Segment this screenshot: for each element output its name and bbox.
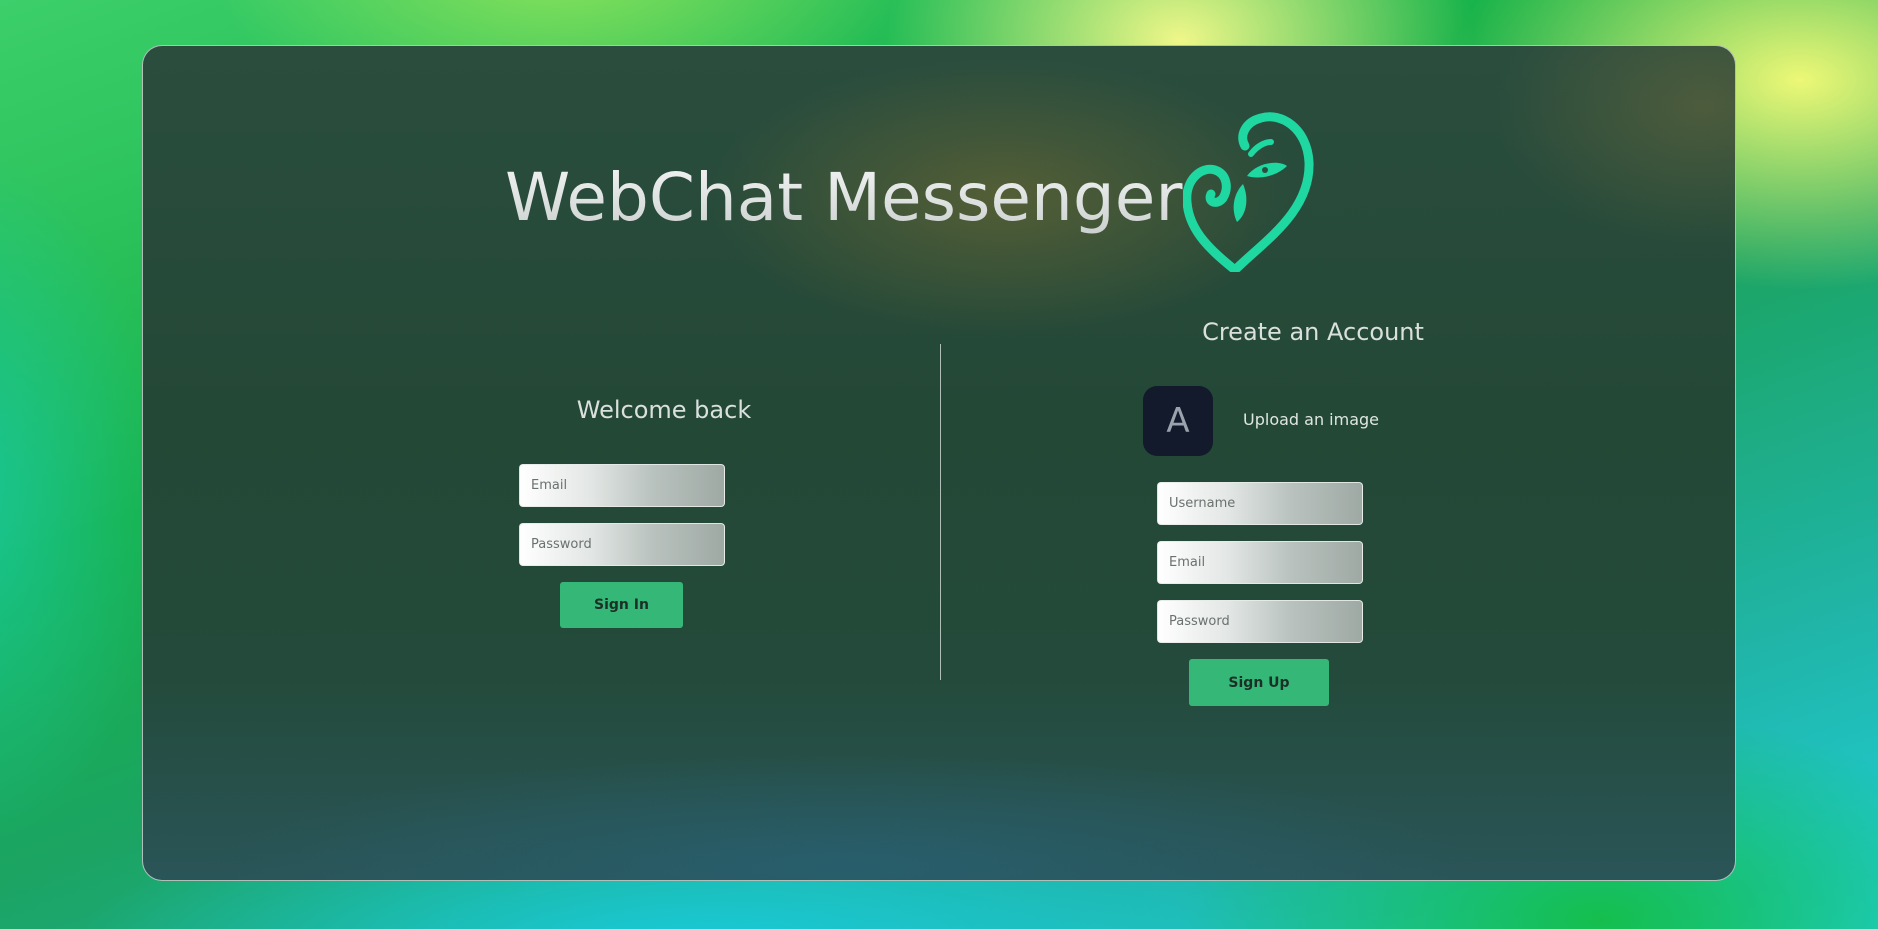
signup-heading: Create an Account — [1202, 318, 1424, 346]
signup-username-input[interactable] — [1157, 482, 1363, 525]
panel-divider — [940, 344, 941, 680]
sign-in-button[interactable]: Sign In — [560, 582, 683, 628]
login-email-input[interactable] — [519, 464, 725, 507]
avatar-placeholder[interactable]: A — [1143, 386, 1213, 456]
signup-email-input[interactable] — [1157, 541, 1363, 584]
sign-up-button[interactable]: Sign Up — [1189, 659, 1329, 706]
upload-image-link[interactable]: Upload an image — [1243, 410, 1379, 429]
auth-card: WebChat Messenger Welcome back Sign In C… — [142, 45, 1736, 881]
login-password-input[interactable] — [519, 523, 725, 566]
login-heading: Welcome back — [576, 396, 752, 424]
heart-leaf-logo-icon — [1183, 112, 1314, 272]
header: WebChat Messenger — [143, 46, 1735, 306]
app-title: WebChat Messenger — [505, 159, 1183, 236]
signup-password-input[interactable] — [1157, 600, 1363, 643]
